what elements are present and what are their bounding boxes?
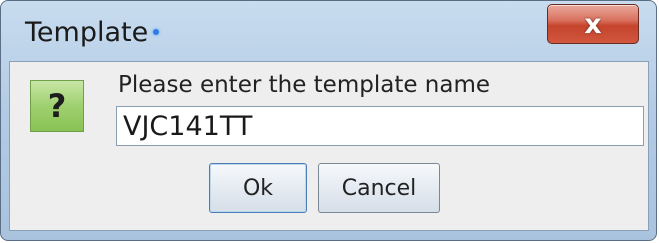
template-name-input[interactable]: [116, 106, 644, 146]
question-glyph: ?: [47, 87, 67, 125]
close-icon: x: [584, 9, 602, 40]
template-dialog-window: Template x ? Please enter the template n…: [0, 0, 657, 241]
title-bar[interactable]: Template x: [1, 1, 656, 57]
cancel-button[interactable]: Cancel: [318, 163, 440, 213]
window-title: Template: [25, 17, 149, 48]
question-icon: ?: [30, 80, 84, 132]
prompt-label: Please enter the template name: [118, 72, 491, 98]
close-button[interactable]: x: [547, 4, 639, 44]
dialog-content: ? Please enter the template name Ok Canc…: [9, 61, 649, 231]
title-dot-icon: [153, 29, 159, 35]
ok-button[interactable]: Ok: [209, 163, 307, 213]
